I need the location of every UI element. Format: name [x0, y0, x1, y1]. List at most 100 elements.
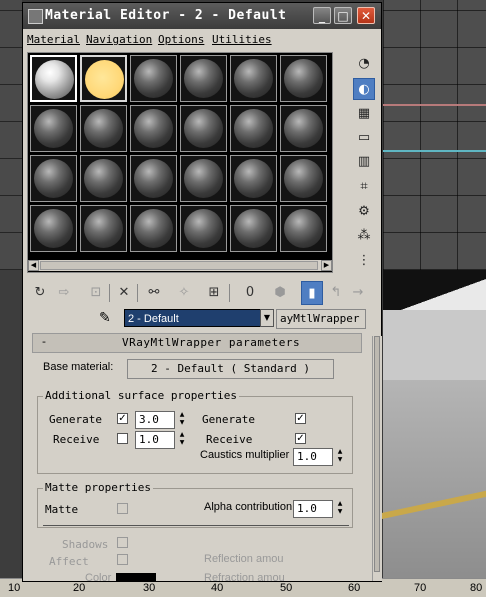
- alpha-contribution-value[interactable]: 1.0: [293, 500, 333, 518]
- sample-slot[interactable]: [80, 155, 127, 202]
- sample-slot[interactable]: [180, 105, 227, 152]
- material-effects-channel-icon[interactable]: 0: [239, 281, 261, 305]
- scrollbar-thumb[interactable]: [40, 261, 318, 270]
- menu-options[interactable]: Options: [158, 33, 204, 46]
- base-material-button[interactable]: 2 - Default ( Standard ): [127, 359, 334, 379]
- sample-slot[interactable]: [230, 105, 277, 152]
- sample-slot[interactable]: [130, 205, 177, 252]
- scroll-right-arrow[interactable]: ▶: [321, 260, 332, 271]
- pick-material-eyedropper-icon[interactable]: ✎: [99, 310, 111, 326]
- sample-sphere: [184, 209, 223, 248]
- sample-slot[interactable]: [280, 155, 327, 202]
- material-name-dropdown-arrow[interactable]: ▼: [260, 309, 274, 327]
- sample-slot[interactable]: [180, 205, 227, 252]
- viewport-grid-left: [0, 0, 22, 270]
- get-material-icon[interactable]: ↻: [29, 281, 51, 305]
- material-map-navigator-icon[interactable]: ⋮: [353, 250, 375, 272]
- spinner-arrows[interactable]: ▲ ▼: [177, 411, 187, 429]
- generate-gi-value[interactable]: 3.0: [135, 411, 175, 429]
- options-icon[interactable]: ⚙: [353, 201, 375, 223]
- sample-slot[interactable]: [180, 155, 227, 202]
- show-end-result-icon[interactable]: ▮: [301, 281, 323, 305]
- video-color-check-icon[interactable]: ▥: [353, 151, 375, 173]
- make-copy-icon[interactable]: ⚯: [143, 281, 165, 305]
- receive-gi-label: Receive: [53, 433, 100, 446]
- parameters-scrollbar[interactable]: [372, 336, 382, 581]
- matte-checkbox[interactable]: [117, 503, 128, 514]
- shadows-checkbox[interactable]: [117, 537, 128, 548]
- base-material-label: Base material:: [43, 361, 114, 373]
- sample-slot[interactable]: [280, 55, 327, 102]
- sample-slot[interactable]: [230, 155, 277, 202]
- receive-gi-checkbox[interactable]: [117, 433, 128, 444]
- sample-slot[interactable]: [80, 205, 127, 252]
- generate-caustics-checkbox[interactable]: ✓: [295, 413, 306, 424]
- caustics-multiplier-label: Caustics multiplier: [200, 449, 290, 461]
- rollout-header[interactable]: - VRayMtlWrapper parameters: [32, 333, 362, 353]
- sample-slot[interactable]: [280, 205, 327, 252]
- put-to-library-icon[interactable]: ⊞: [203, 281, 225, 305]
- assign-to-selection-icon[interactable]: ⊡: [85, 281, 107, 305]
- sample-slot[interactable]: [230, 55, 277, 102]
- sample-slot[interactable]: [80, 105, 127, 152]
- refraction-amount-label: Refraction amou: [204, 572, 285, 581]
- select-by-material-icon[interactable]: ⁂: [353, 225, 375, 247]
- material-name-row: ✎ 2 - Default ▼ ayMtlWrapper: [23, 307, 381, 331]
- timeline-tick: 50: [280, 582, 293, 594]
- shadow-color-swatch[interactable]: [116, 573, 156, 581]
- sample-slot[interactable]: [180, 55, 227, 102]
- sample-uv-tiling-icon[interactable]: ▭: [353, 127, 375, 149]
- make-unique-icon[interactable]: ✧: [173, 281, 195, 305]
- sample-slot[interactable]: [130, 55, 177, 102]
- sample-sphere: [85, 60, 124, 99]
- receive-gi-value[interactable]: 1.0: [135, 431, 175, 449]
- sample-slot[interactable]: [130, 155, 177, 202]
- backlight-icon[interactable]: ◐: [353, 78, 375, 100]
- material-editor-window: Material Editor - 2 - Default _ □ ✕ Mate…: [22, 2, 382, 582]
- sample-sphere: [234, 109, 273, 148]
- sample-sphere: [34, 109, 73, 148]
- sample-sphere: [134, 159, 173, 198]
- title-bar[interactable]: Material Editor - 2 - Default _ □ ✕: [23, 3, 381, 29]
- background-checker-icon[interactable]: ▦: [353, 103, 375, 125]
- sample-slot[interactable]: [230, 205, 277, 252]
- put-to-scene-icon[interactable]: ⇨: [53, 281, 75, 305]
- minimize-button[interactable]: _: [313, 7, 331, 24]
- affect-checkbox[interactable]: [117, 554, 128, 565]
- caustics-multiplier-value[interactable]: 1.0: [293, 448, 333, 466]
- show-map-in-viewport-icon[interactable]: ⬢: [269, 281, 291, 305]
- scroll-left-arrow[interactable]: ◀: [28, 260, 39, 271]
- sample-slot[interactable]: [30, 155, 77, 202]
- sample-slot[interactable]: [80, 55, 127, 102]
- menu-material[interactable]: Material: [27, 33, 80, 46]
- go-to-parent-icon[interactable]: ↰: [325, 281, 347, 305]
- material-type-button[interactable]: ayMtlWrapper: [276, 309, 366, 329]
- matte-properties-title: Matte properties: [43, 481, 153, 494]
- generate-gi-checkbox[interactable]: ✓: [117, 413, 128, 424]
- sample-slot[interactable]: [130, 105, 177, 152]
- viewport-render: [364, 270, 486, 580]
- sample-slot-scrollbar[interactable]: ◀ ▶: [28, 260, 332, 271]
- sample-sphere: [134, 209, 173, 248]
- sample-slot[interactable]: [30, 105, 77, 152]
- menu-navigation[interactable]: Navigation: [86, 33, 152, 46]
- maximize-button[interactable]: □: [334, 7, 352, 24]
- go-forward-to-sibling-icon[interactable]: →: [347, 281, 369, 305]
- receive-caustics-checkbox[interactable]: ✓: [295, 433, 306, 444]
- parameters-scrollbar-thumb[interactable]: [374, 336, 380, 572]
- sample-type-sphere-icon[interactable]: ◔: [353, 53, 375, 75]
- reset-map-icon[interactable]: ✕: [113, 281, 135, 305]
- sample-slot[interactable]: [30, 55, 77, 102]
- make-preview-icon[interactable]: ⌗: [353, 176, 375, 198]
- material-name-field[interactable]: 2 - Default: [124, 309, 262, 327]
- sample-slot[interactable]: [280, 105, 327, 152]
- sample-slot[interactable]: [30, 205, 77, 252]
- close-button[interactable]: ✕: [357, 7, 375, 24]
- spinner-arrows[interactable]: ▲ ▼: [335, 500, 345, 518]
- sample-sphere: [234, 59, 273, 98]
- menu-utilities[interactable]: Utilities: [212, 33, 272, 46]
- rollout-toggle[interactable]: -: [42, 335, 46, 348]
- viewport-grid: [383, 0, 486, 270]
- spinner-arrows[interactable]: ▲ ▼: [177, 431, 187, 449]
- spinner-arrows[interactable]: ▲ ▼: [335, 448, 345, 466]
